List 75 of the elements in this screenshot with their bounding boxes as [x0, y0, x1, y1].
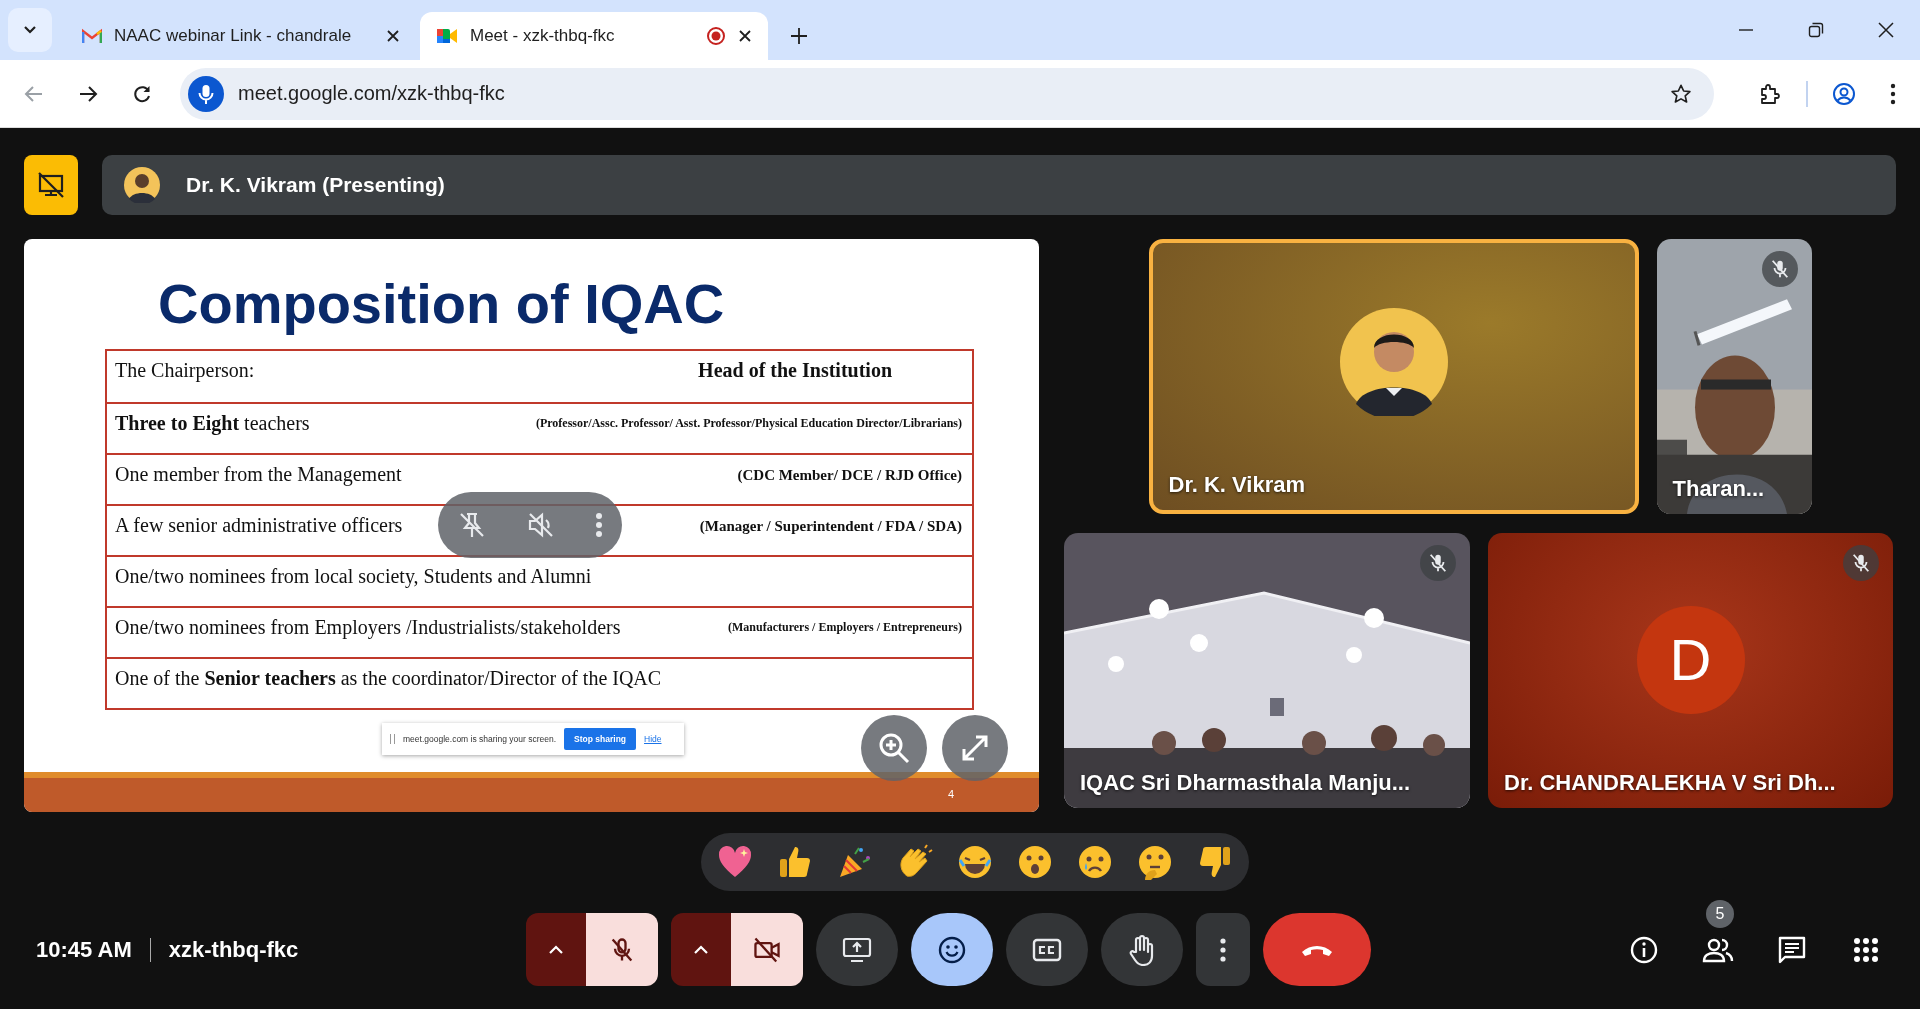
- chevron-down-icon: [23, 25, 37, 35]
- presenter-name: Dr. K. Vikram (Presenting): [186, 173, 445, 197]
- camera-button[interactable]: [731, 913, 803, 986]
- close-icon[interactable]: [1878, 22, 1894, 38]
- avatar: [124, 167, 160, 203]
- table-cell: One member from the Management: [115, 462, 402, 486]
- url-text: meet.google.com/xzk-thbq-fkc: [238, 82, 506, 105]
- mic-button[interactable]: [586, 913, 658, 986]
- presentation-off-button[interactable]: [24, 155, 78, 215]
- thumbs-down-icon[interactable]: [1197, 844, 1233, 880]
- reload-icon[interactable]: [132, 83, 152, 104]
- meeting-code: xzk-thbq-fkc: [168, 936, 299, 963]
- info-icon: [1629, 934, 1659, 965]
- puzzle-piece-icon[interactable]: [1758, 81, 1782, 106]
- zoom-in-icon: [877, 731, 911, 765]
- restore-icon[interactable]: [1808, 22, 1824, 38]
- chat-icon: [1777, 934, 1807, 965]
- mail-icon: [82, 28, 102, 44]
- surprised-emoji-icon[interactable]: [1017, 844, 1053, 880]
- close-icon[interactable]: [386, 29, 400, 43]
- browser-tab[interactable]: Meet - xzk-thbq-fkc: [420, 12, 768, 60]
- camera-off-icon: [752, 935, 782, 964]
- avatar: D: [1636, 605, 1745, 714]
- tab-title: Meet - xzk-thbq-fkc: [470, 26, 616, 46]
- slide-title: Composition of IQAC: [158, 273, 726, 335]
- new-tab-icon[interactable]: [790, 27, 808, 45]
- heart-icon[interactable]: [717, 845, 753, 879]
- more-options-button[interactable]: [1196, 913, 1250, 986]
- thumbs-up-icon[interactable]: [777, 844, 813, 880]
- tab-title: NAAC webinar Link - chandrale: [114, 26, 353, 46]
- more-icon: [1220, 937, 1226, 962]
- expand-icon: [960, 733, 990, 763]
- notice-text: meet.google.com is sharing your screen.: [403, 734, 557, 744]
- table-cell-text: (Professor/Assc. Professor/ Asst. Professor/Physical Education Director/Librarians): [535, 414, 962, 431]
- table-cell-text: (Manager / Superintendent / FDA / SDA): [699, 516, 962, 535]
- back-icon[interactable]: [24, 83, 44, 104]
- table-cell: The Chairperson:: [115, 358, 255, 382]
- caret-icon: [548, 944, 564, 955]
- stop-sharing-button[interactable]: Stop sharing: [564, 728, 637, 750]
- hide-link[interactable]: Hide: [644, 734, 662, 744]
- table-cell-text: (Manufacturers / Employers / Entrepreneurs): [728, 618, 962, 635]
- participant-name: IQAC Sri Dharmasthala Manju...: [1080, 770, 1411, 796]
- page-number: 4: [948, 788, 955, 800]
- present-screen-icon: [841, 935, 873, 964]
- star-icon[interactable]: [1670, 82, 1692, 105]
- drag-handle[interactable]: [390, 734, 395, 744]
- captions-icon: [1032, 936, 1062, 963]
- table-cell: One of the Senior teachers as the coordinator/Director of the IQAC: [115, 666, 662, 690]
- table-cell: One/two nominees from local society, Students and Alumni: [115, 564, 592, 588]
- participant-name: Dr. CHANDRALEKHA V Sri Dh...: [1504, 770, 1836, 796]
- clapping-hands-icon[interactable]: [897, 844, 933, 880]
- smiley-icon: [937, 934, 967, 965]
- table-cell: One/two nominees from Employers /Industrialists/stakeholders: [115, 615, 621, 639]
- participant-name: Tharan...: [1672, 476, 1765, 502]
- meeting-time: 10:45 AM: [36, 936, 132, 963]
- laugh-emoji-icon[interactable]: [957, 844, 993, 880]
- video-camera-icon: [436, 27, 458, 45]
- table-cell-text: Head of the Institution: [698, 358, 893, 382]
- participant-name: Dr. K. Vikram: [1168, 472, 1306, 498]
- browser-tab[interactable]: NAAC webinar Link - chandrale: [66, 16, 416, 56]
- presentation-off-icon: [36, 170, 66, 200]
- more-icon[interactable]: [1890, 82, 1896, 105]
- table-cell-text: (CDC Member/ DCE / RJD Office): [737, 465, 962, 484]
- table-cell: Three to Eight teachers: [115, 411, 310, 435]
- count-badge: 5: [1706, 899, 1734, 928]
- caret-icon: [693, 944, 709, 955]
- forward-icon[interactable]: [78, 83, 98, 104]
- table-cell: A few senior administrative officers: [115, 513, 403, 537]
- thinking-emoji-icon[interactable]: [1137, 844, 1173, 880]
- sad-emoji-icon[interactable]: [1077, 844, 1113, 880]
- address-field[interactable]: meet.google.com/xzk-thbq-fkc: [180, 67, 1714, 120]
- profile-icon[interactable]: [1832, 81, 1856, 106]
- apps-grid-icon: [1853, 936, 1879, 963]
- microphone-icon: [188, 75, 224, 112]
- close-icon[interactable]: [738, 29, 752, 43]
